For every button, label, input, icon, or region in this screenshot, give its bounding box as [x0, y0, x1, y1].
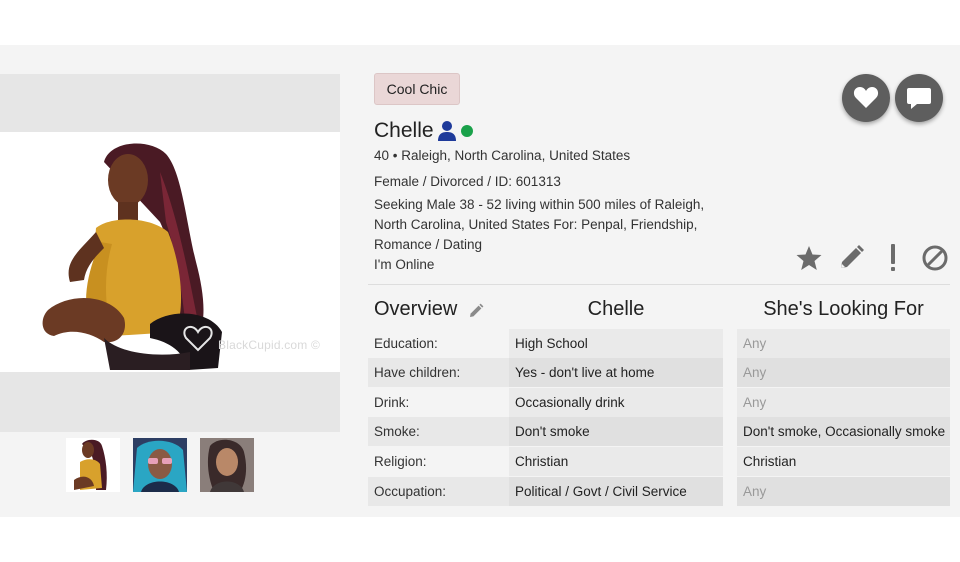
online-status-dot: [461, 125, 473, 137]
block-icon: [922, 245, 948, 271]
photo-band-bottom: [0, 372, 340, 432]
exclamation-icon: [891, 244, 895, 271]
table-row: Occupation: Political / Govt / Civil Ser…: [368, 477, 950, 506]
main-photo[interactable]: BlackCupid.com ©: [0, 132, 340, 372]
thumbnail-image: [66, 438, 120, 492]
name-icons: [438, 121, 473, 141]
row-value: Yes - don't live at home: [509, 358, 723, 387]
message-button[interactable]: [895, 74, 943, 122]
photo-watermark: BlackCupid.com ©: [218, 338, 321, 352]
self-column-heading: Chelle: [587, 298, 645, 320]
pencil-icon: [841, 245, 864, 268]
row-looking-for: Christian: [737, 447, 950, 476]
row-label: Have children:: [368, 358, 515, 387]
photo-thumbnail-3[interactable]: [200, 438, 254, 492]
star-icon: [796, 246, 822, 270]
photo-band-top: [0, 74, 340, 132]
thumbnail-image: [200, 438, 254, 492]
row-label: Smoke:: [368, 417, 515, 446]
add-to-favorites-button[interactable]: [794, 243, 824, 273]
row-looking-for: Don't smoke, Occasionally smoke: [737, 417, 950, 446]
row-label: Religion:: [368, 447, 515, 476]
row-label: Drink:: [368, 388, 515, 417]
row-value: Christian: [509, 447, 723, 476]
row-label: Occupation:: [368, 477, 515, 506]
profile-actions: [794, 243, 950, 273]
row-looking-for: Any: [737, 329, 950, 358]
section-divider: [368, 284, 950, 285]
favorite-button[interactable]: [842, 74, 890, 122]
profile-gender-status-id: Female / Divorced / ID: 601313: [374, 174, 561, 189]
row-label: Education:: [368, 329, 515, 358]
block-button[interactable]: [920, 243, 950, 273]
photo-thumbnail-2[interactable]: [133, 438, 187, 492]
table-row: Education: High School Any: [368, 329, 950, 358]
profile-online-status: I'm Online: [374, 257, 435, 272]
report-button[interactable]: [878, 243, 908, 273]
profile-headline-badge: Cool Chic: [374, 73, 460, 105]
row-value: Political / Govt / Civil Service: [509, 477, 723, 506]
looking-for-column-heading: She's Looking For: [763, 298, 924, 320]
edit-overview-button[interactable]: [468, 303, 484, 324]
table-row: Religion: Christian Christian: [368, 447, 950, 476]
overview-heading: Overview: [374, 298, 458, 320]
row-value: High School: [509, 329, 723, 358]
heart-icon: [853, 87, 879, 108]
table-row: Have children: Yes - don't live at home …: [368, 358, 950, 387]
person-icon: [438, 121, 456, 141]
row-value: Don't smoke: [509, 417, 723, 446]
row-value: Occasionally drink: [509, 388, 723, 417]
profile-seeking: Seeking Male 38 - 52 living within 500 m…: [374, 197, 705, 252]
photo-thumbnail-1[interactable]: [66, 438, 120, 492]
main-photo-image: [42, 143, 222, 370]
table-row: Smoke: Don't smoke Don't smoke, Occasion…: [368, 417, 950, 446]
add-note-button[interactable]: [836, 243, 866, 273]
thumbnail-image: [133, 438, 187, 492]
row-looking-for: Any: [737, 388, 950, 417]
chat-bubble-icon: [907, 88, 931, 109]
row-looking-for: Any: [737, 477, 950, 506]
table-row: Drink: Occasionally drink Any: [368, 388, 950, 417]
pencil-icon: [470, 303, 484, 317]
profile-details: Female / Divorced / ID: 601313 Seeking M…: [374, 172, 714, 275]
row-looking-for: Any: [737, 358, 950, 387]
profile-age-location: 40 • Raleigh, North Carolina, United Sta…: [374, 148, 631, 163]
profile-name: Chelle: [374, 119, 434, 142]
